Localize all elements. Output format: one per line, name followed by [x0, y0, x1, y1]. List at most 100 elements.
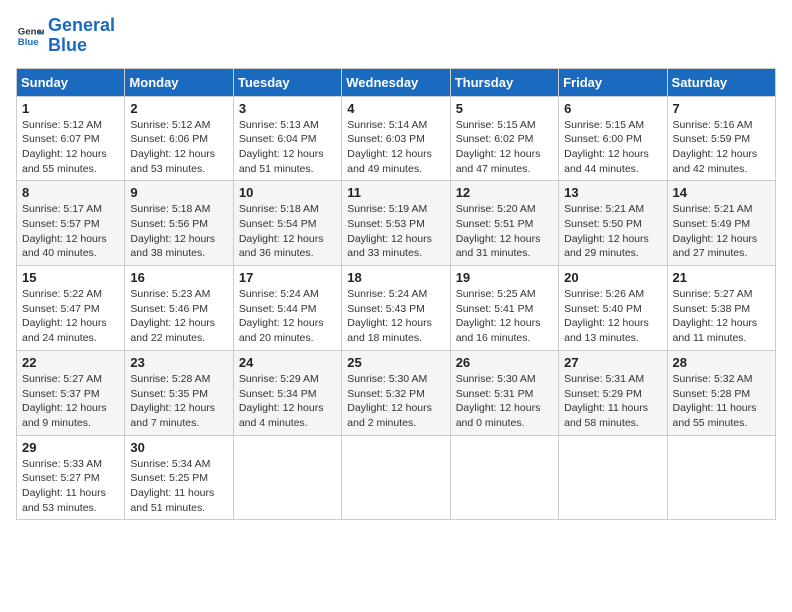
calendar-cell — [233, 435, 341, 520]
day-info: Sunrise: 5:17 AM Sunset: 5:57 PM Dayligh… — [22, 202, 119, 261]
day-number: 5 — [456, 101, 553, 116]
day-info: Sunrise: 5:18 AM Sunset: 5:56 PM Dayligh… — [130, 202, 227, 261]
day-number: 12 — [456, 185, 553, 200]
day-info: Sunrise: 5:15 AM Sunset: 6:02 PM Dayligh… — [456, 118, 553, 177]
day-number: 26 — [456, 355, 553, 370]
day-number: 18 — [347, 270, 444, 285]
calendar-cell — [559, 435, 667, 520]
day-number: 3 — [239, 101, 336, 116]
day-number: 7 — [673, 101, 770, 116]
calendar-cell: 30 Sunrise: 5:34 AM Sunset: 5:25 PM Dayl… — [125, 435, 233, 520]
calendar-week-4: 22 Sunrise: 5:27 AM Sunset: 5:37 PM Dayl… — [17, 350, 776, 435]
calendar-cell: 23 Sunrise: 5:28 AM Sunset: 5:35 PM Dayl… — [125, 350, 233, 435]
calendar-cell: 6 Sunrise: 5:15 AM Sunset: 6:00 PM Dayli… — [559, 96, 667, 181]
svg-text:Blue: Blue — [18, 37, 39, 48]
calendar-week-5: 29 Sunrise: 5:33 AM Sunset: 5:27 PM Dayl… — [17, 435, 776, 520]
day-number: 25 — [347, 355, 444, 370]
day-info: Sunrise: 5:24 AM Sunset: 5:44 PM Dayligh… — [239, 287, 336, 346]
day-header-thursday: Thursday — [450, 68, 558, 96]
day-info: Sunrise: 5:15 AM Sunset: 6:00 PM Dayligh… — [564, 118, 661, 177]
calendar-cell: 2 Sunrise: 5:12 AM Sunset: 6:06 PM Dayli… — [125, 96, 233, 181]
day-info: Sunrise: 5:12 AM Sunset: 6:07 PM Dayligh… — [22, 118, 119, 177]
calendar-cell: 17 Sunrise: 5:24 AM Sunset: 5:44 PM Dayl… — [233, 266, 341, 351]
logo-icon: General Blue — [16, 22, 44, 50]
day-info: Sunrise: 5:29 AM Sunset: 5:34 PM Dayligh… — [239, 372, 336, 431]
page-header: General Blue GeneralBlue — [16, 16, 776, 56]
day-number: 19 — [456, 270, 553, 285]
day-number: 17 — [239, 270, 336, 285]
day-number: 27 — [564, 355, 661, 370]
day-number: 28 — [673, 355, 770, 370]
day-info: Sunrise: 5:12 AM Sunset: 6:06 PM Dayligh… — [130, 118, 227, 177]
day-info: Sunrise: 5:31 AM Sunset: 5:29 PM Dayligh… — [564, 372, 661, 431]
day-number: 23 — [130, 355, 227, 370]
calendar-cell: 13 Sunrise: 5:21 AM Sunset: 5:50 PM Dayl… — [559, 181, 667, 266]
calendar-cell: 20 Sunrise: 5:26 AM Sunset: 5:40 PM Dayl… — [559, 266, 667, 351]
calendar-cell: 29 Sunrise: 5:33 AM Sunset: 5:27 PM Dayl… — [17, 435, 125, 520]
day-info: Sunrise: 5:30 AM Sunset: 5:32 PM Dayligh… — [347, 372, 444, 431]
day-info: Sunrise: 5:22 AM Sunset: 5:47 PM Dayligh… — [22, 287, 119, 346]
day-info: Sunrise: 5:34 AM Sunset: 5:25 PM Dayligh… — [130, 457, 227, 516]
day-header-sunday: Sunday — [17, 68, 125, 96]
day-number: 9 — [130, 185, 227, 200]
day-header-monday: Monday — [125, 68, 233, 96]
day-header-friday: Friday — [559, 68, 667, 96]
calendar-header-row: SundayMondayTuesdayWednesdayThursdayFrid… — [17, 68, 776, 96]
calendar-cell: 12 Sunrise: 5:20 AM Sunset: 5:51 PM Dayl… — [450, 181, 558, 266]
day-number: 2 — [130, 101, 227, 116]
day-number: 22 — [22, 355, 119, 370]
day-header-saturday: Saturday — [667, 68, 775, 96]
calendar-cell: 5 Sunrise: 5:15 AM Sunset: 6:02 PM Dayli… — [450, 96, 558, 181]
day-info: Sunrise: 5:27 AM Sunset: 5:37 PM Dayligh… — [22, 372, 119, 431]
day-number: 29 — [22, 440, 119, 455]
calendar-cell: 27 Sunrise: 5:31 AM Sunset: 5:29 PM Dayl… — [559, 350, 667, 435]
day-info: Sunrise: 5:13 AM Sunset: 6:04 PM Dayligh… — [239, 118, 336, 177]
day-info: Sunrise: 5:24 AM Sunset: 5:43 PM Dayligh… — [347, 287, 444, 346]
day-number: 10 — [239, 185, 336, 200]
logo: General Blue GeneralBlue — [16, 16, 115, 56]
day-info: Sunrise: 5:21 AM Sunset: 5:49 PM Dayligh… — [673, 202, 770, 261]
day-header-tuesday: Tuesday — [233, 68, 341, 96]
day-number: 4 — [347, 101, 444, 116]
day-number: 21 — [673, 270, 770, 285]
day-info: Sunrise: 5:26 AM Sunset: 5:40 PM Dayligh… — [564, 287, 661, 346]
logo-text: GeneralBlue — [48, 16, 115, 56]
calendar-cell: 24 Sunrise: 5:29 AM Sunset: 5:34 PM Dayl… — [233, 350, 341, 435]
day-number: 8 — [22, 185, 119, 200]
calendar-week-3: 15 Sunrise: 5:22 AM Sunset: 5:47 PM Dayl… — [17, 266, 776, 351]
day-number: 24 — [239, 355, 336, 370]
calendar-week-2: 8 Sunrise: 5:17 AM Sunset: 5:57 PM Dayli… — [17, 181, 776, 266]
calendar-cell: 26 Sunrise: 5:30 AM Sunset: 5:31 PM Dayl… — [450, 350, 558, 435]
calendar-cell: 10 Sunrise: 5:18 AM Sunset: 5:54 PM Dayl… — [233, 181, 341, 266]
day-info: Sunrise: 5:32 AM Sunset: 5:28 PM Dayligh… — [673, 372, 770, 431]
day-info: Sunrise: 5:25 AM Sunset: 5:41 PM Dayligh… — [456, 287, 553, 346]
day-info: Sunrise: 5:19 AM Sunset: 5:53 PM Dayligh… — [347, 202, 444, 261]
day-info: Sunrise: 5:27 AM Sunset: 5:38 PM Dayligh… — [673, 287, 770, 346]
calendar-cell: 16 Sunrise: 5:23 AM Sunset: 5:46 PM Dayl… — [125, 266, 233, 351]
day-info: Sunrise: 5:21 AM Sunset: 5:50 PM Dayligh… — [564, 202, 661, 261]
calendar-cell: 18 Sunrise: 5:24 AM Sunset: 5:43 PM Dayl… — [342, 266, 450, 351]
calendar-cell: 21 Sunrise: 5:27 AM Sunset: 5:38 PM Dayl… — [667, 266, 775, 351]
calendar-table: SundayMondayTuesdayWednesdayThursdayFrid… — [16, 68, 776, 521]
calendar-cell: 7 Sunrise: 5:16 AM Sunset: 5:59 PM Dayli… — [667, 96, 775, 181]
calendar-cell: 3 Sunrise: 5:13 AM Sunset: 6:04 PM Dayli… — [233, 96, 341, 181]
day-info: Sunrise: 5:28 AM Sunset: 5:35 PM Dayligh… — [130, 372, 227, 431]
calendar-cell: 9 Sunrise: 5:18 AM Sunset: 5:56 PM Dayli… — [125, 181, 233, 266]
day-number: 30 — [130, 440, 227, 455]
day-info: Sunrise: 5:20 AM Sunset: 5:51 PM Dayligh… — [456, 202, 553, 261]
calendar-cell — [342, 435, 450, 520]
calendar-cell: 8 Sunrise: 5:17 AM Sunset: 5:57 PM Dayli… — [17, 181, 125, 266]
calendar-cell: 25 Sunrise: 5:30 AM Sunset: 5:32 PM Dayl… — [342, 350, 450, 435]
day-number: 16 — [130, 270, 227, 285]
day-number: 1 — [22, 101, 119, 116]
calendar-cell: 22 Sunrise: 5:27 AM Sunset: 5:37 PM Dayl… — [17, 350, 125, 435]
day-info: Sunrise: 5:16 AM Sunset: 5:59 PM Dayligh… — [673, 118, 770, 177]
calendar-cell: 14 Sunrise: 5:21 AM Sunset: 5:49 PM Dayl… — [667, 181, 775, 266]
day-number: 11 — [347, 185, 444, 200]
day-number: 15 — [22, 270, 119, 285]
calendar-cell: 19 Sunrise: 5:25 AM Sunset: 5:41 PM Dayl… — [450, 266, 558, 351]
day-number: 14 — [673, 185, 770, 200]
calendar-week-1: 1 Sunrise: 5:12 AM Sunset: 6:07 PM Dayli… — [17, 96, 776, 181]
calendar-cell: 1 Sunrise: 5:12 AM Sunset: 6:07 PM Dayli… — [17, 96, 125, 181]
calendar-cell — [667, 435, 775, 520]
